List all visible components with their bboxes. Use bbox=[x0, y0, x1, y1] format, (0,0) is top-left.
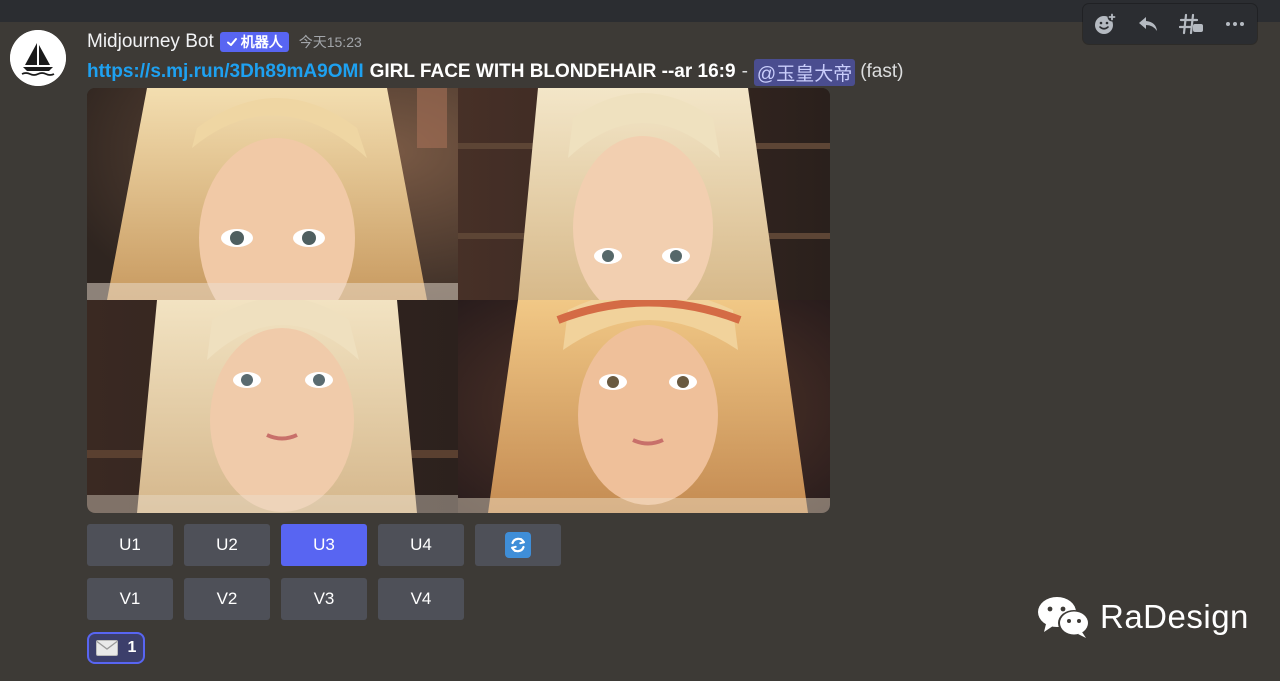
username[interactable]: Midjourney Bot bbox=[87, 31, 214, 53]
verified-check-icon bbox=[226, 38, 237, 46]
bot-tag: 机器人 bbox=[219, 32, 289, 52]
sailboat-logo-icon bbox=[10, 30, 66, 86]
separator: - bbox=[741, 61, 748, 82]
create-thread-button[interactable] bbox=[1176, 8, 1208, 40]
u2-button[interactable]: U2 bbox=[184, 524, 270, 566]
user-mention[interactable]: @玉皇大帝 bbox=[753, 58, 856, 86]
reaction-count: 1 bbox=[127, 639, 137, 656]
add-reaction-icon bbox=[1094, 12, 1117, 34]
reply-button[interactable] bbox=[1132, 8, 1164, 40]
more-icon bbox=[1226, 22, 1245, 26]
prompt-text: GIRL FACE WITH BLONDEHAIR --ar 16:9 bbox=[369, 61, 736, 82]
more-button[interactable] bbox=[1219, 8, 1251, 40]
timestamp: 今天15:23 bbox=[298, 34, 362, 50]
v1-button[interactable]: V1 bbox=[87, 578, 173, 620]
v4-button[interactable]: V4 bbox=[378, 578, 464, 620]
u1-button[interactable]: U1 bbox=[87, 524, 173, 566]
watermark-text: RaDesign bbox=[1100, 598, 1249, 635]
refresh-icon bbox=[505, 532, 531, 558]
v3-button[interactable]: V3 bbox=[281, 578, 367, 620]
create-thread-icon bbox=[1178, 13, 1203, 35]
image-tile-2[interactable] bbox=[458, 88, 830, 300]
v2-button[interactable]: V2 bbox=[184, 578, 270, 620]
u3-button[interactable]: U3 bbox=[281, 524, 367, 566]
message-content: https://s.mj.run/3Dh89mA9OMI GIRL FACE W… bbox=[87, 58, 904, 86]
prompt-link[interactable]: https://s.mj.run/3Dh89mA9OMI bbox=[87, 61, 364, 83]
bot-tag-label: 机器人 bbox=[240, 34, 283, 50]
message-header: Midjourney Bot 机器人 今天15:23 bbox=[87, 30, 362, 54]
reply-icon bbox=[1139, 17, 1158, 31]
wechat-icon bbox=[1038, 597, 1090, 638]
add-reaction-button[interactable] bbox=[1089, 8, 1121, 40]
image-grid[interactable] bbox=[87, 88, 830, 513]
speed-label: (fast) bbox=[860, 61, 904, 82]
envelope-icon bbox=[95, 640, 118, 656]
image-tile-1[interactable] bbox=[87, 88, 458, 300]
image-tile-4[interactable] bbox=[458, 300, 830, 513]
watermark: RaDesign bbox=[1036, 594, 1249, 640]
u4-button[interactable]: U4 bbox=[378, 524, 464, 566]
envelope-reaction[interactable]: 1 bbox=[87, 632, 145, 664]
variation-buttons: V1 V2 V3 V4 bbox=[87, 578, 464, 620]
reroll-button[interactable] bbox=[475, 524, 561, 566]
upscale-buttons: U1 U2 U3 U4 bbox=[87, 524, 561, 566]
image-tile-3[interactable] bbox=[87, 300, 458, 513]
avatar[interactable] bbox=[10, 30, 66, 86]
message-toolbar bbox=[1083, 4, 1257, 44]
